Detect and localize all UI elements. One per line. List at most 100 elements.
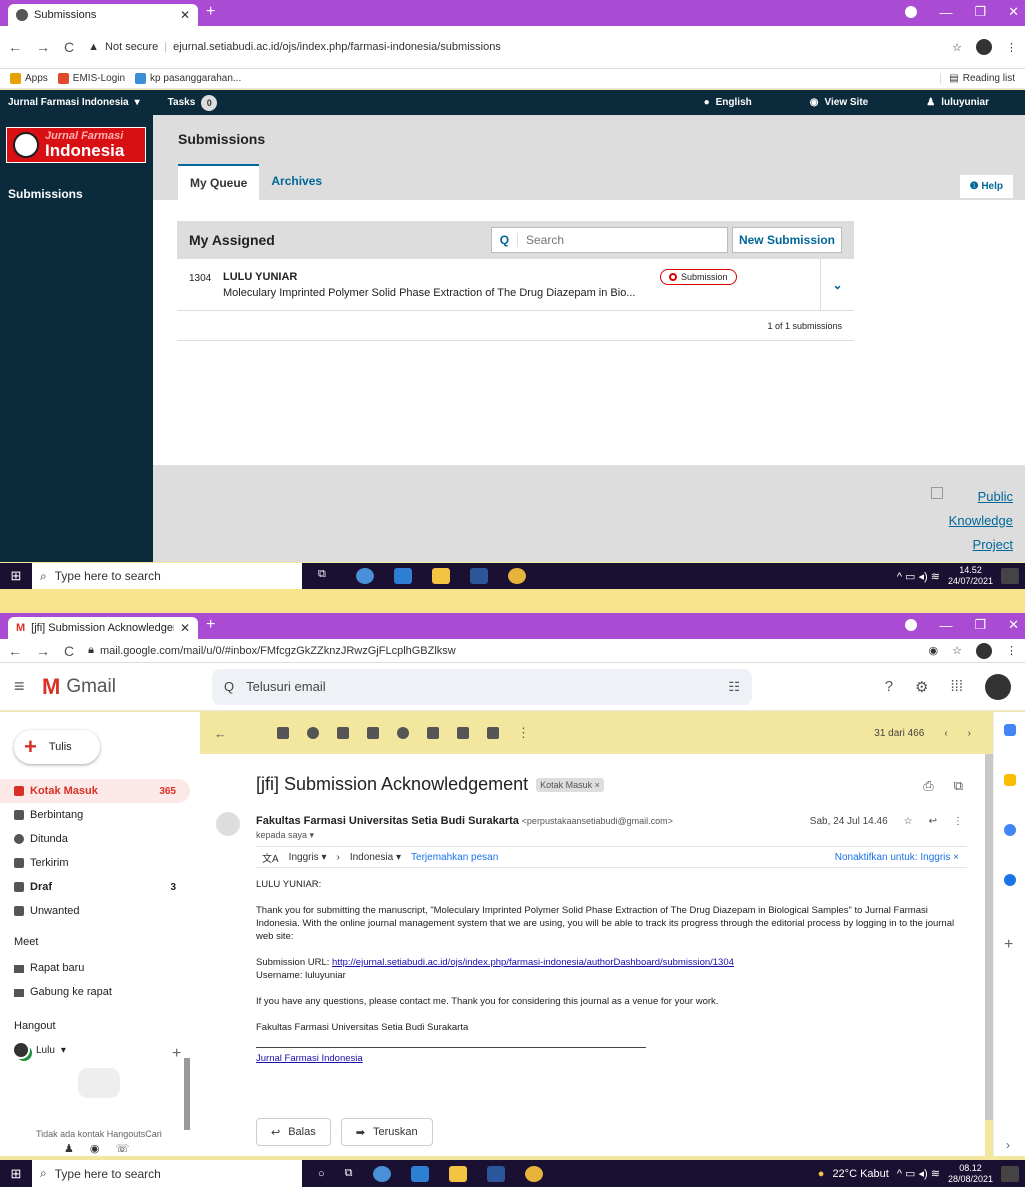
- chrome-icon[interactable]: [508, 568, 526, 584]
- store-icon[interactable]: [394, 568, 412, 584]
- reload-icon[interactable]: C: [64, 39, 74, 55]
- star-icon[interactable]: ☆: [952, 644, 962, 657]
- help-button[interactable]: ❶ Help: [959, 175, 1013, 198]
- inbox-label-chip[interactable]: Kotak Masuk ×: [536, 777, 604, 792]
- scrollbar[interactable]: [184, 1058, 190, 1130]
- chrome-icon[interactable]: [524, 1165, 543, 1182]
- delete-icon[interactable]: [337, 727, 349, 739]
- sidebar-item-inbox[interactable]: Kotak Masuk 365: [0, 779, 190, 803]
- print-icon[interactable]: ⎙: [923, 778, 933, 794]
- tasks-icon[interactable]: [1004, 824, 1016, 836]
- word-icon[interactable]: [470, 568, 488, 584]
- add-hangout-icon[interactable]: +: [172, 1045, 181, 1063]
- taskbar-search[interactable]: ⌕ Type here to search: [32, 563, 302, 589]
- recipient-toggle[interactable]: kepada saya ▾: [256, 830, 314, 841]
- task-view-icon[interactable]: ⧉: [345, 1167, 353, 1180]
- url-field[interactable]: 🔒︎ mail.google.com/mail/u/0/#inbox/FMfcg…: [88, 644, 914, 657]
- expand-chevron-icon[interactable]: ⌄: [820, 259, 854, 311]
- phone-icon[interactable]: ☏: [115, 1142, 129, 1155]
- reply-icon[interactable]: ↩: [929, 816, 937, 827]
- more-icon[interactable]: ⋮: [517, 725, 530, 741]
- sidebar-item-submissions[interactable]: Submissions: [8, 187, 83, 201]
- weather-text[interactable]: 22°C Kabut: [832, 1168, 888, 1180]
- reading-list[interactable]: ▤ Reading list: [940, 73, 1015, 84]
- submission-url-link[interactable]: http://ejurnal.setiabudi.ac.id/ojs/index…: [332, 957, 734, 968]
- taskbar-search[interactable]: ⌕ Type here to search: [32, 1160, 302, 1187]
- sidebar-item-snoozed[interactable]: Ditunda: [0, 827, 190, 851]
- hangout-user[interactable]: Lulu ▾: [12, 1041, 66, 1059]
- next-icon[interactable]: ›: [968, 728, 971, 739]
- tab-my-queue[interactable]: My Queue: [178, 164, 260, 200]
- apps-grid-icon[interactable]: ⁞⁞⁞: [950, 678, 963, 695]
- search-options-icon[interactable]: ☷: [728, 679, 740, 695]
- chat-icon[interactable]: ◉: [90, 1142, 100, 1155]
- tab-archives[interactable]: Archives: [259, 164, 334, 200]
- get-addons-icon[interactable]: +: [1004, 936, 1013, 954]
- meet-new-link[interactable]: Rapat baru: [30, 962, 84, 974]
- expand-panel-icon[interactable]: ›: [1006, 1138, 1010, 1152]
- journal-menu[interactable]: Jurnal Farmasi Indonesia ▾: [8, 97, 140, 108]
- windows-start-icon[interactable]: ⊞: [0, 568, 32, 584]
- contacts-icon[interactable]: [1004, 874, 1016, 886]
- browser-icon[interactable]: [356, 568, 374, 584]
- view-site-link[interactable]: ◉ View Site: [810, 97, 868, 108]
- scrollbar[interactable]: [985, 754, 993, 1120]
- close-tab-icon[interactable]: ✕: [180, 8, 190, 22]
- person-icon[interactable]: ♟: [64, 1142, 74, 1155]
- word-icon[interactable]: [486, 1165, 505, 1182]
- archive-icon[interactable]: [277, 727, 289, 739]
- close-window-icon[interactable]: ✕: [1008, 4, 1019, 20]
- mark-unread-icon[interactable]: [367, 727, 379, 739]
- open-new-window-icon[interactable]: ⧉: [954, 778, 963, 794]
- browser-icon[interactable]: [372, 1165, 391, 1182]
- reply-button[interactable]: ↩ Balas: [256, 1118, 331, 1146]
- back-icon[interactable]: ←: [8, 643, 22, 659]
- search-input[interactable]: [517, 233, 718, 247]
- translate-link[interactable]: Terjemahkan pesan: [411, 852, 498, 863]
- target-language-select[interactable]: Indonesia ▾: [350, 852, 401, 863]
- forward-button[interactable]: ➡ Teruskan: [340, 1118, 433, 1146]
- bookmark-emis[interactable]: EMIS-Login: [57, 73, 125, 84]
- sidebar-item-unwanted[interactable]: Unwanted: [0, 899, 190, 923]
- more-icon[interactable]: ⋮: [953, 816, 963, 827]
- gmail-logo[interactable]: M Gmail: [42, 674, 212, 700]
- label-icon[interactable]: [487, 727, 499, 739]
- sidebar-item-starred[interactable]: Berbintang: [0, 803, 190, 827]
- profile-avatar[interactable]: [976, 642, 992, 659]
- minimize-icon[interactable]: —: [939, 618, 952, 633]
- bookmark-kp[interactable]: kp pasanggarahan...: [135, 73, 241, 84]
- profile-icon[interactable]: [905, 619, 918, 631]
- forward-icon[interactable]: →: [36, 643, 50, 659]
- forward-icon[interactable]: →: [36, 39, 50, 55]
- search-field[interactable]: Q: [490, 227, 728, 253]
- snooze-icon[interactable]: [397, 727, 409, 739]
- store-icon[interactable]: [410, 1165, 429, 1182]
- reload-icon[interactable]: C: [64, 643, 74, 659]
- gmail-search[interactable]: Q Telusuri email ☷: [212, 668, 752, 705]
- prev-icon[interactable]: ‹: [944, 728, 947, 739]
- folder-icon[interactable]: [448, 1165, 467, 1182]
- language-menu[interactable]: ● English: [704, 97, 752, 108]
- folder-icon[interactable]: [432, 568, 450, 584]
- star-icon[interactable]: ☆: [952, 41, 962, 54]
- journal-link[interactable]: Jurnal Farmasi Indonesia: [256, 1053, 363, 1064]
- close-tab-icon[interactable]: ✕: [180, 621, 190, 635]
- maximize-icon[interactable]: ❐: [974, 4, 986, 20]
- url-field[interactable]: ▲ Not secure | ejurnal.setiabudi.ac.id/o…: [88, 41, 938, 53]
- compose-button[interactable]: + Tulis: [14, 730, 100, 764]
- browser-tab[interactable]: Submissions ✕: [8, 4, 198, 26]
- tasks-menu[interactable]: Tasks 0: [168, 94, 218, 111]
- journal-logo[interactable]: Jurnal Farmasi Indonesia: [6, 127, 146, 163]
- account-avatar[interactable]: [985, 673, 1011, 700]
- taskbar-clock[interactable]: 14.52 24/07/2021: [948, 565, 993, 587]
- star-icon[interactable]: ☆: [904, 816, 913, 827]
- add-task-icon[interactable]: [427, 727, 439, 739]
- tray-icons[interactable]: ^ ▭ ◂) ≋: [897, 1167, 940, 1180]
- profile-avatar[interactable]: [976, 39, 992, 55]
- user-menu[interactable]: ♟ luluyuniar: [926, 97, 989, 108]
- task-view-icon[interactable]: ⧉: [318, 568, 336, 584]
- taskbar-clock[interactable]: 08.12 28/08/2021: [948, 1163, 993, 1185]
- move-to-icon[interactable]: [457, 727, 469, 739]
- new-tab-icon[interactable]: +: [206, 616, 215, 634]
- help-icon[interactable]: ?: [885, 678, 893, 695]
